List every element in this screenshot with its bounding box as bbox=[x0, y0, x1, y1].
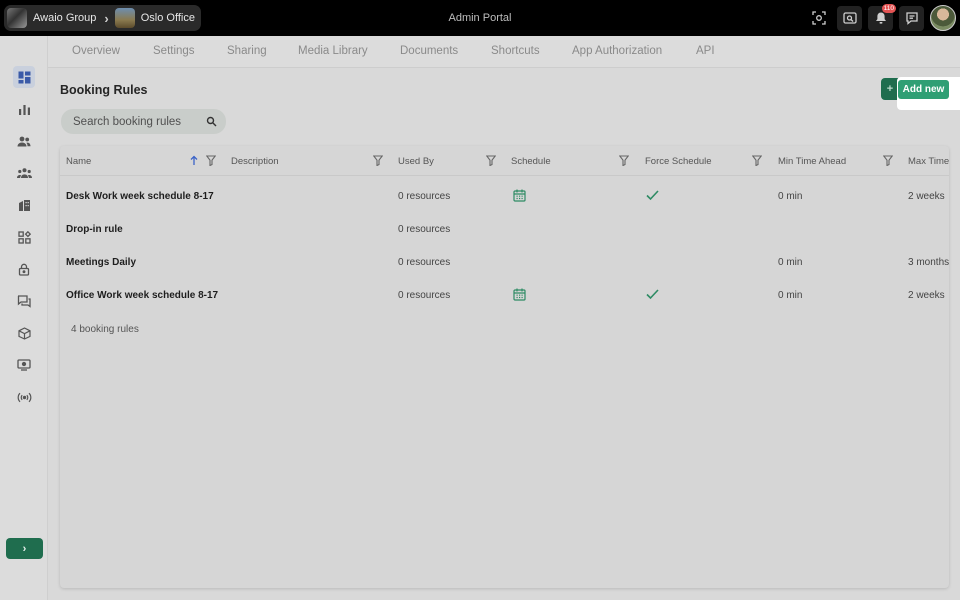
sidebar-item-integrations[interactable] bbox=[13, 386, 35, 408]
cell-used-by: 0 resources bbox=[398, 224, 451, 235]
table-row[interactable]: Meetings Daily 0 resources 0 min 3 month… bbox=[60, 246, 949, 279]
table-row[interactable]: Drop-in rule 0 resources bbox=[60, 213, 949, 246]
sort-ascending-icon[interactable] bbox=[190, 155, 198, 166]
column-header-used-by[interactable]: Used By bbox=[398, 156, 434, 167]
team-icon bbox=[16, 168, 32, 178]
column-header-max-time[interactable]: Max Time bbox=[908, 156, 949, 167]
column-header-force-schedule[interactable]: Force Schedule bbox=[645, 156, 712, 167]
column-header-min-time-ahead[interactable]: Min Time Ahead bbox=[778, 156, 846, 167]
cell-min-time-ahead: 0 min bbox=[778, 257, 803, 268]
calendar-icon bbox=[513, 288, 526, 301]
signal-icon bbox=[17, 392, 31, 402]
breadcrumb-office-label: Oslo Office bbox=[140, 12, 195, 24]
sidebar-item-analytics[interactable] bbox=[13, 98, 35, 120]
page-title: Booking Rules bbox=[60, 83, 148, 97]
lock-icon bbox=[18, 263, 30, 276]
booking-rules-table: Name Description Used By Schedule Force … bbox=[60, 146, 949, 588]
sidebar-item-security[interactable] bbox=[13, 258, 35, 280]
filter-icon[interactable] bbox=[883, 155, 893, 166]
tab-media-library[interactable]: Media Library bbox=[298, 45, 368, 57]
display-icon bbox=[17, 359, 31, 371]
table-row[interactable]: Desk Work week schedule 8-17 0 resources… bbox=[60, 180, 949, 213]
search-input[interactable] bbox=[73, 115, 201, 128]
calendar-icon bbox=[513, 189, 526, 202]
filter-icon[interactable] bbox=[373, 155, 383, 166]
filter-icon[interactable] bbox=[752, 155, 762, 166]
column-header-schedule[interactable]: Schedule bbox=[511, 156, 551, 167]
tab-shortcuts[interactable]: Shortcuts bbox=[491, 45, 540, 57]
sidebar-item-dashboard[interactable] bbox=[13, 66, 35, 88]
cell-used-by: 0 resources bbox=[398, 290, 451, 301]
cell-name: Desk Work week schedule 8-17 bbox=[66, 191, 214, 202]
breadcrumb-item-office[interactable]: Oslo Office bbox=[114, 8, 195, 28]
breadcrumb-group-label: Awaio Group bbox=[33, 12, 97, 24]
building-icon bbox=[18, 199, 30, 211]
notification-badge: 110 bbox=[881, 3, 896, 13]
cell-min-time-ahead: 0 min bbox=[778, 191, 803, 202]
cell-max-time: 3 months bbox=[908, 257, 949, 268]
tab-api[interactable]: API bbox=[696, 45, 715, 57]
sidebar-expand-button[interactable]: › bbox=[6, 538, 43, 559]
sidebar-item-messages[interactable] bbox=[13, 290, 35, 312]
sidebar-item-apps[interactable] bbox=[13, 226, 35, 248]
apps-icon bbox=[17, 230, 31, 244]
sidebar-item-buildings[interactable] bbox=[13, 194, 35, 216]
column-header-description[interactable]: Description bbox=[231, 156, 279, 167]
checkmark-icon bbox=[646, 289, 659, 300]
office-logo bbox=[114, 8, 135, 28]
sidebar-item-displays[interactable] bbox=[13, 354, 35, 376]
cell-name: Meetings Daily bbox=[66, 257, 137, 268]
group-logo bbox=[7, 8, 27, 28]
chevron-right-icon: › bbox=[104, 10, 109, 26]
messages-icon bbox=[17, 294, 31, 308]
cube-icon bbox=[17, 326, 31, 340]
cell-name: Drop-in rule bbox=[66, 224, 123, 235]
cell-used-by: 0 resources bbox=[398, 257, 451, 268]
checkmark-icon bbox=[646, 190, 659, 201]
filter-icon[interactable] bbox=[486, 155, 496, 166]
sidebar: › bbox=[0, 36, 48, 600]
chart-icon bbox=[18, 104, 30, 115]
cell-max-time: 2 weeks bbox=[908, 290, 945, 301]
search-window-button[interactable] bbox=[837, 5, 862, 31]
tab-settings[interactable]: Settings bbox=[153, 45, 195, 57]
top-bar: Awaio Group › Oslo Office Admin Portal 1… bbox=[0, 0, 960, 36]
chat-icon bbox=[905, 12, 918, 25]
bell-icon bbox=[875, 12, 886, 24]
notifications-button[interactable]: 110 bbox=[868, 3, 896, 31]
tab-sharing[interactable]: Sharing bbox=[227, 45, 267, 57]
sidebar-item-resources[interactable] bbox=[13, 322, 35, 344]
tab-documents[interactable]: Documents bbox=[400, 45, 458, 57]
scan-button[interactable] bbox=[806, 6, 831, 31]
add-new-button[interactable]: Add new bbox=[898, 80, 949, 99]
table-row[interactable]: Office Work week schedule 8-17 0 resourc… bbox=[60, 279, 949, 312]
cell-used-by: 0 resources bbox=[398, 191, 451, 202]
search-icon[interactable] bbox=[206, 116, 217, 127]
tab-app-authorization[interactable]: App Authorization bbox=[572, 45, 662, 57]
scan-icon bbox=[811, 11, 826, 25]
cell-max-time: 2 weeks bbox=[908, 191, 945, 202]
users-icon bbox=[17, 136, 31, 146]
search-window-icon bbox=[842, 12, 857, 24]
search-box bbox=[61, 109, 226, 134]
tab-overview[interactable]: Overview bbox=[72, 45, 120, 57]
chat-button[interactable] bbox=[899, 5, 924, 31]
user-avatar[interactable] bbox=[930, 5, 956, 31]
column-header-name[interactable]: Name bbox=[66, 156, 91, 167]
filter-icon[interactable] bbox=[619, 155, 629, 166]
filter-icon[interactable] bbox=[206, 155, 216, 166]
sidebar-item-users[interactable] bbox=[13, 130, 35, 152]
breadcrumb-item-group[interactable]: Awaio Group bbox=[7, 8, 96, 28]
cell-name: Office Work week schedule 8-17 bbox=[66, 290, 219, 301]
sidebar-item-teams[interactable] bbox=[13, 162, 35, 184]
breadcrumb: Awaio Group › Oslo Office bbox=[4, 5, 201, 31]
cell-min-time-ahead: 0 min bbox=[778, 290, 803, 301]
dashboard-icon bbox=[18, 71, 30, 83]
row-count-label: 4 booking rules bbox=[71, 324, 139, 335]
table-header: Name Description Used By Schedule Force … bbox=[60, 146, 949, 176]
tab-bar: Overview Settings Sharing Media Library … bbox=[48, 36, 960, 68]
